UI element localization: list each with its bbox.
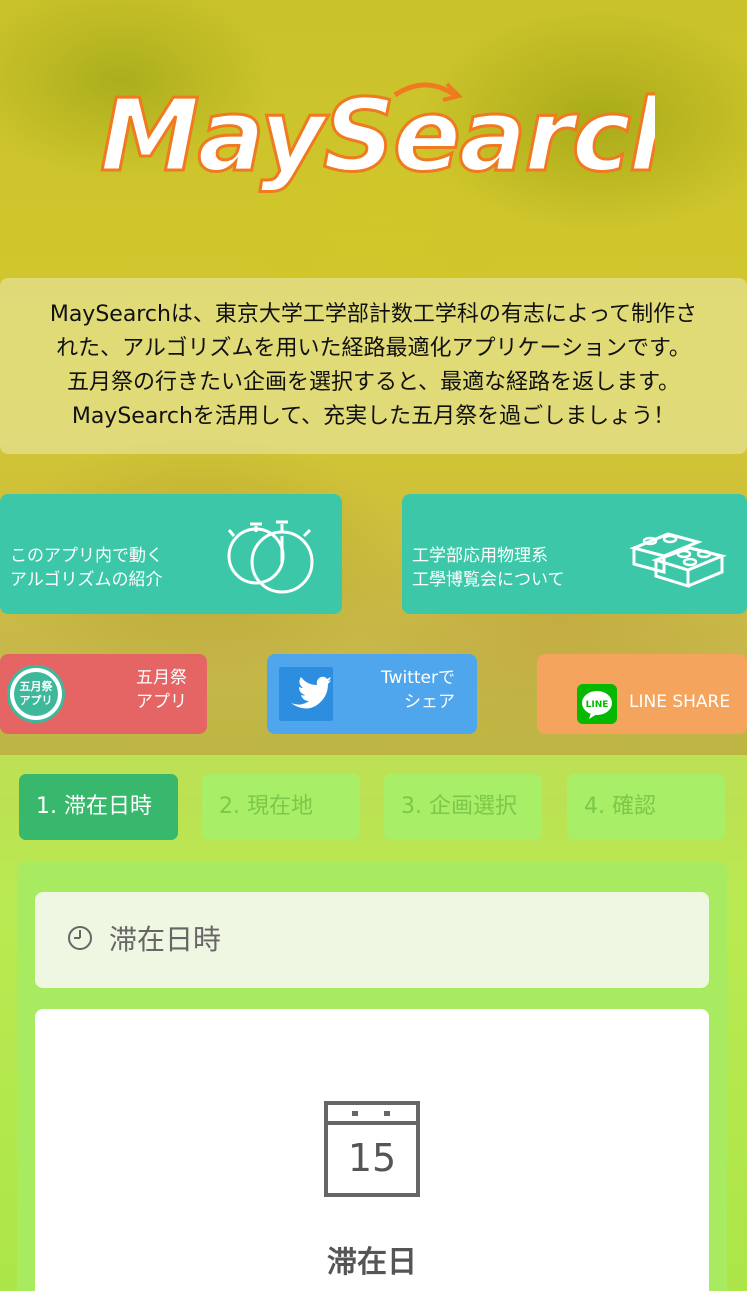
app-description: MaySearchは、東京大学工学部計数工学科の有志によって制作さ れた、アルゴ… — [0, 278, 747, 454]
badge-line1: 五月祭 — [19, 680, 53, 693]
expo-info-button[interactable]: 工学部応用物理系 工學博覧会について — [402, 494, 747, 614]
twitter-label-line2: シェア — [404, 692, 455, 712]
twitter-share-button[interactable]: Twitterで シェア — [267, 654, 477, 734]
twitter-label-line1: Twitterで — [381, 668, 455, 688]
tab-stay-datetime[interactable]: 1. 滞在日時 — [19, 774, 178, 840]
line-icon: LINE — [577, 684, 617, 724]
twitter-bird-icon — [279, 667, 333, 721]
festival-app-button[interactable]: 五月祭 アプリ 五月祭 アプリ — [0, 654, 207, 734]
tab-event-selection[interactable]: 3. 企画選択 — [384, 774, 542, 840]
panel-header: 滞在日時 — [35, 892, 709, 988]
stay-day-label: 滞在日 — [327, 1245, 417, 1280]
algorithm-label-line1: このアプリ内で動く — [10, 546, 163, 566]
expo-label-line2: 工學博覧会について — [412, 570, 565, 590]
badge-line2: アプリ — [19, 694, 53, 707]
description-line: 五月祭の行きたい企画を選択すると、最適な経路を返します。 — [67, 370, 680, 395]
maysearch-logo: MaySearch — [95, 70, 702, 200]
panel-title: 滞在日時 — [109, 923, 222, 956]
description-line: MaySearchは、東京大学工学部計数工学科の有志によって制作さ — [49, 302, 698, 327]
stopwatch-icon — [226, 518, 318, 601]
tab-current-location[interactable]: 2. 現在地 — [202, 774, 360, 840]
svg-text:MaySearch: MaySearch — [100, 77, 655, 194]
stay-day-card[interactable]: 15 滞在日 — [35, 1009, 709, 1291]
clock-icon — [67, 925, 93, 955]
svg-text:15: 15 — [348, 1136, 396, 1180]
app-label-line2: アプリ — [136, 692, 187, 712]
description-line: れた、アルゴリズムを用いた経路最適化アプリケーションです。 — [56, 336, 691, 361]
algorithm-label-line2: アルゴリズムの紹介 — [10, 570, 163, 590]
algorithm-intro-button[interactable]: このアプリ内で動く アルゴリズムの紹介 — [0, 494, 342, 614]
line-share-label: LINE SHARE — [629, 692, 731, 712]
festival-app-badge-icon: 五月祭 アプリ — [7, 665, 65, 723]
description-line: MaySearchを活用して、充実した五月祭を過ごしましょう！ — [71, 404, 676, 429]
expo-label-line1: 工学部応用物理系 — [412, 546, 548, 566]
app-label-line1: 五月祭 — [136, 668, 187, 688]
line-share-button[interactable]: LINE LINE SHARE — [537, 654, 747, 734]
svg-text:LINE: LINE — [586, 700, 609, 710]
calendar-icon: 15 — [324, 1101, 420, 1201]
blocks-icon — [628, 528, 728, 597]
tab-confirm[interactable]: 4. 確認 — [567, 774, 725, 840]
